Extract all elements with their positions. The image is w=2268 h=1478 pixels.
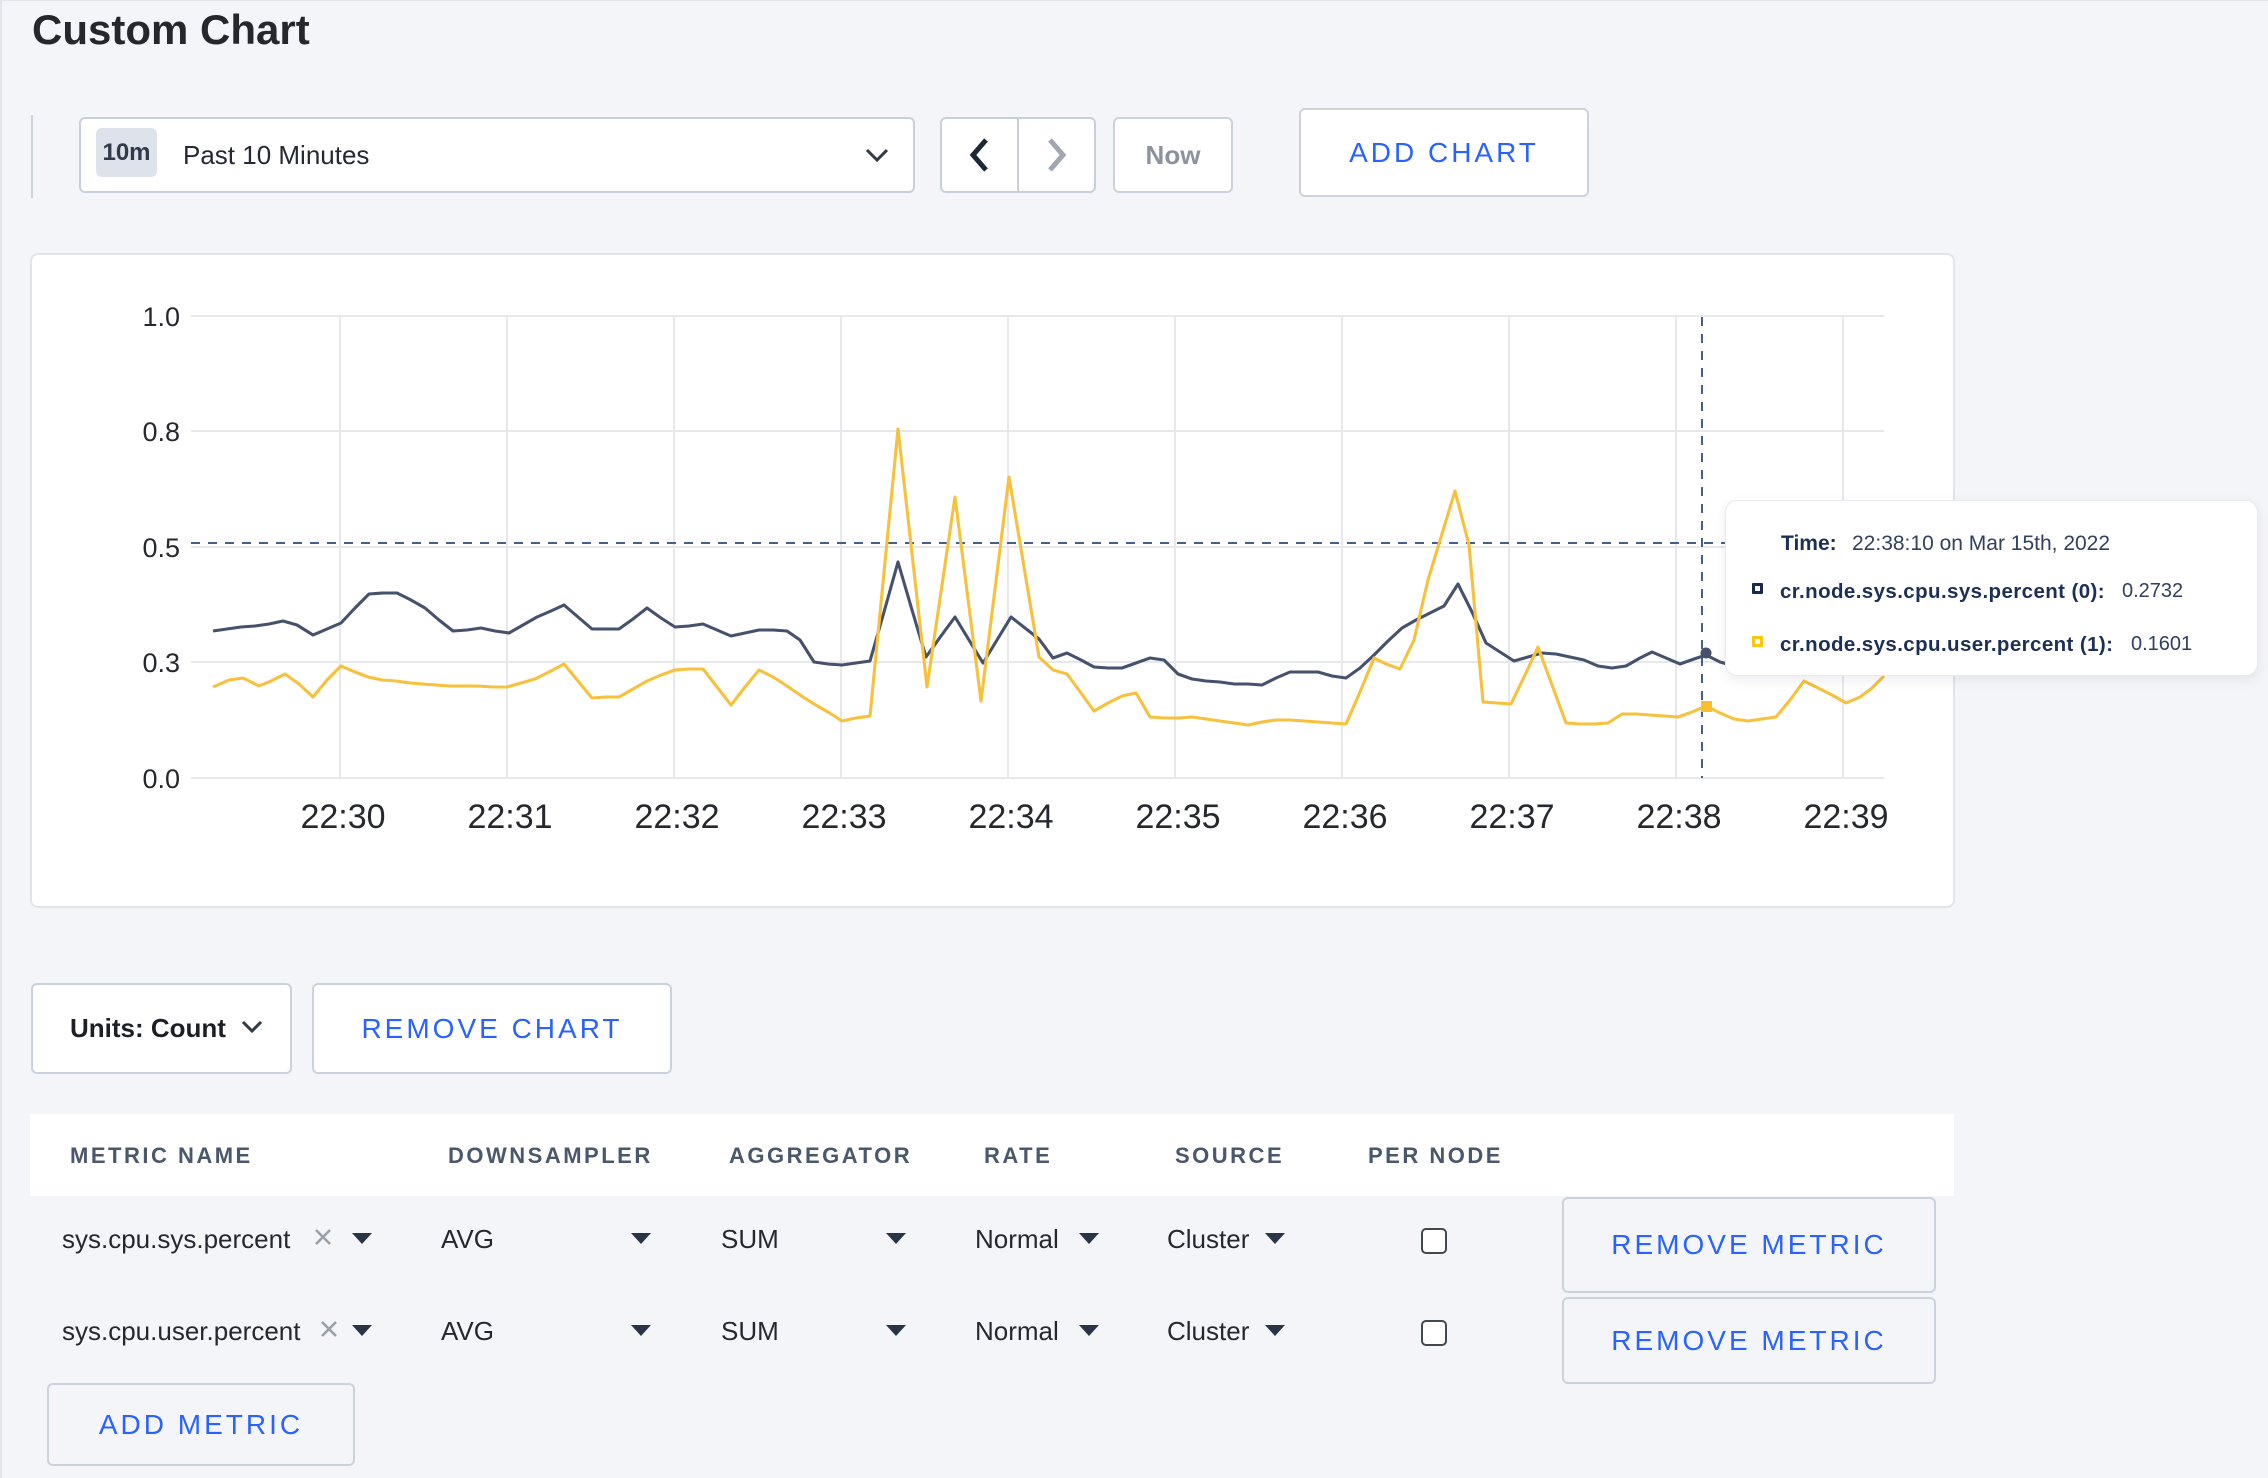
svg-text:22:36: 22:36 — [1302, 798, 1387, 836]
svg-text:22:30: 22:30 — [300, 798, 385, 836]
svg-text:22:31: 22:31 — [467, 798, 552, 836]
svg-text:1.0: 1.0 — [142, 302, 180, 332]
svg-text:22:35: 22:35 — [1135, 798, 1220, 836]
svg-text:22:34: 22:34 — [968, 798, 1053, 836]
svg-text:0.8: 0.8 — [142, 417, 180, 447]
svg-text:22:39: 22:39 — [1803, 798, 1888, 836]
svg-text:0.3: 0.3 — [142, 648, 180, 678]
svg-text:22:32: 22:32 — [634, 798, 719, 836]
svg-text:0.0: 0.0 — [142, 764, 180, 794]
svg-text:22:33: 22:33 — [801, 798, 886, 836]
svg-text:0.5: 0.5 — [142, 533, 180, 563]
svg-text:22:37: 22:37 — [1469, 798, 1554, 836]
svg-text:22:38: 22:38 — [1636, 798, 1721, 836]
